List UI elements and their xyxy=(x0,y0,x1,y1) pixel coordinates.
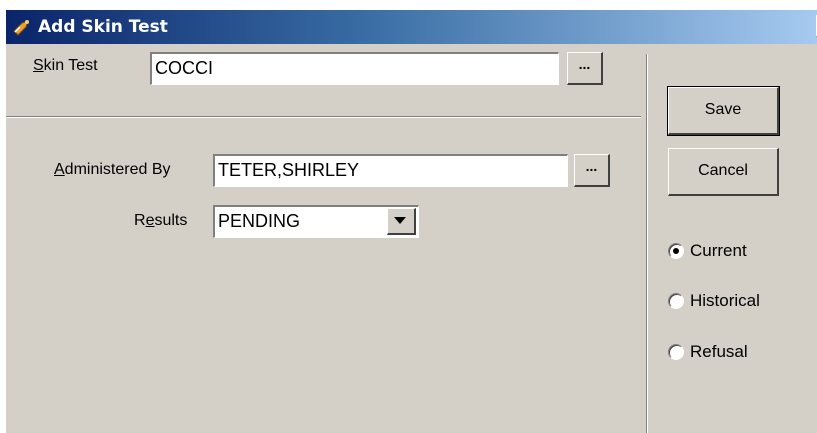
administered-by-label: Administered By xyxy=(54,161,171,178)
results-label: Results xyxy=(134,212,188,229)
administered-by-browse-button[interactable]: ... xyxy=(574,154,610,187)
radio-current[interactable]: Current xyxy=(668,240,798,262)
app-icon xyxy=(13,20,29,36)
title-bar: Add Skin Test × xyxy=(6,10,817,44)
radio-current-indicator[interactable] xyxy=(668,243,684,259)
radio-selected-dot xyxy=(673,248,679,254)
radio-refusal-indicator[interactable] xyxy=(668,344,684,360)
administered-by-input[interactable]: TETER,SHIRLEY xyxy=(213,154,568,187)
radio-refusal-label: Refusal xyxy=(690,342,748,361)
radio-refusal[interactable]: Refusal xyxy=(668,341,798,363)
radio-historical-indicator[interactable] xyxy=(668,293,684,309)
horizontal-divider-highlight xyxy=(6,117,641,118)
cancel-button[interactable]: Cancel xyxy=(668,148,779,196)
skin-test-label: Skin Test xyxy=(33,57,98,74)
skin-test-input[interactable]: COCCI xyxy=(150,52,559,85)
add-skin-test-dialog: Add Skin Test × Skin Test COCCI ... Admi… xyxy=(6,10,817,433)
results-selected-value: PENDING xyxy=(218,211,301,231)
results-dropdown-button[interactable] xyxy=(387,208,416,235)
vertical-divider-highlight xyxy=(647,54,648,433)
window-title: Add Skin Test xyxy=(38,17,168,37)
radio-historical-label: Historical xyxy=(690,291,760,310)
skin-test-browse-button[interactable]: ... xyxy=(567,52,603,85)
save-button[interactable]: Save xyxy=(667,86,780,136)
radio-current-label: Current xyxy=(690,241,747,260)
radio-historical[interactable]: Historical xyxy=(668,290,808,312)
chevron-down-icon xyxy=(394,217,406,224)
